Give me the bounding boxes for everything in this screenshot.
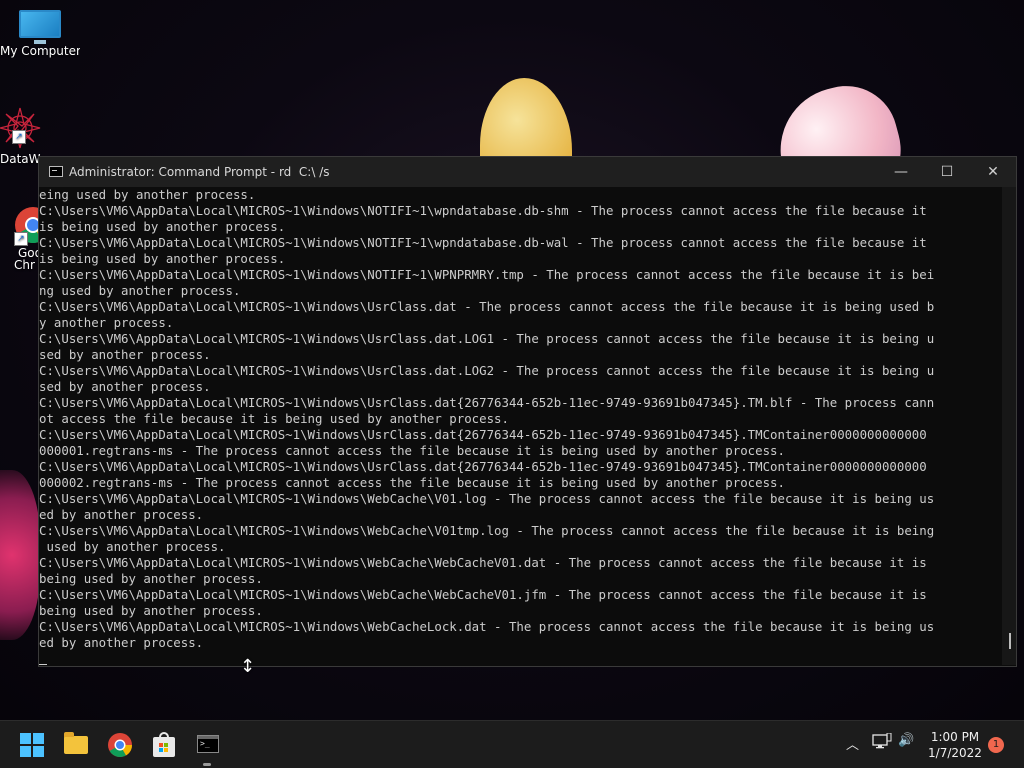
console-line: ng used by another process.: [39, 283, 241, 298]
command-prompt-icon: [197, 735, 219, 753]
shortcut-arrow-icon: ↗: [12, 130, 26, 144]
mandala-icon: ↗: [0, 106, 42, 150]
console-line: C:\Users\VM6\AppData\Local\MICROS~1\Wind…: [39, 619, 935, 634]
console-line: C:\Users\VM6\AppData\Local\MICROS~1\Wind…: [39, 587, 927, 602]
scrollbar-thumb[interactable]: [1009, 633, 1011, 649]
console-line: y another process.: [39, 315, 174, 330]
chevron-up-icon[interactable]: ︿: [846, 734, 859, 753]
console-line: sed by another process.: [39, 347, 211, 362]
command-prompt-icon: [49, 166, 63, 177]
console-line: ed by another process.: [39, 635, 204, 650]
console-prompt-line: [39, 651, 1001, 665]
shortcut-arrow-icon: ↗: [14, 232, 28, 246]
volume-icon[interactable]: 🔊: [898, 733, 914, 748]
desktop-icon-my-computer[interactable]: My Computer: [0, 10, 80, 58]
vertical-scrollbar[interactable]: [1002, 187, 1016, 665]
console-line: being used by another process.: [39, 603, 263, 618]
console-line: ed by another process.: [39, 507, 204, 522]
clock-time: 1:00 PM: [930, 730, 980, 744]
taskbar-chrome[interactable]: [104, 729, 136, 761]
notification-badge[interactable]: 1: [988, 737, 1004, 753]
resize-cursor-icon: ↕: [240, 656, 256, 677]
start-icon: [20, 733, 44, 757]
file-explorer-icon: [64, 732, 88, 754]
desktop-icon-datawrapper[interactable]: ↗ DataW: [0, 106, 42, 166]
console-line: C:\Users\VM6\AppData\Local\MICROS~1\Wind…: [39, 459, 927, 474]
taskbar-store[interactable]: [148, 729, 180, 761]
wallpaper-shape: [0, 470, 40, 640]
taskbar-file-explorer[interactable]: [60, 729, 92, 761]
desktop-icon-label: DataW: [0, 152, 41, 166]
console-line: C:\Users\VM6\AppData\Local\MICROS~1\Wind…: [39, 267, 935, 282]
console-line: 000001.regtrans-ms - The process cannot …: [39, 443, 785, 458]
maximize-button[interactable]: ☐: [924, 157, 970, 187]
console-line: C:\Users\VM6\AppData\Local\MICROS~1\Wind…: [39, 523, 935, 538]
console-line: sed by another process.: [39, 379, 211, 394]
console-line: C:\Users\VM6\AppData\Local\MICROS~1\Wind…: [39, 555, 927, 570]
start-button[interactable]: [16, 729, 48, 761]
console-line: ot access the file because it is being u…: [39, 411, 509, 426]
window-title: Administrator: Command Prompt - rd C:\ /…: [69, 165, 330, 179]
desktop-icon-label: My Computer: [0, 44, 80, 58]
text-cursor: [39, 664, 47, 665]
computer-icon: [19, 10, 61, 44]
console-line: C:\Users\VM6\AppData\Local\MICROS~1\Wind…: [39, 331, 935, 346]
console-line: is being used by another process.: [39, 251, 286, 266]
active-app-indicator: [203, 763, 211, 766]
clock[interactable]: 1:00 PM 1/7/2022: [920, 729, 990, 761]
window-titlebar[interactable]: Administrator: Command Prompt - rd C:\ /…: [39, 157, 1016, 187]
minimize-button[interactable]: —: [878, 157, 924, 187]
taskbar-command-prompt[interactable]: [192, 729, 224, 761]
console-line: being used by another process.: [39, 571, 263, 586]
console-line: used by another process.: [39, 539, 226, 554]
network-icon[interactable]: [872, 732, 892, 755]
chrome-icon: [108, 733, 132, 758]
console-output[interactable]: eing used by another process. C:\Users\VM…: [39, 187, 1001, 665]
command-prompt-window[interactable]: Administrator: Command Prompt - rd C:\ /…: [38, 156, 1017, 667]
console-line: C:\Users\VM6\AppData\Local\MICROS~1\Wind…: [39, 491, 935, 506]
console-line: is being used by another process.: [39, 219, 286, 234]
store-icon: [153, 732, 175, 757]
console-line: eing used by another process.: [39, 187, 256, 202]
taskbar: ︿ 🔊 1:00 PM 1/7/2022 1: [0, 720, 1024, 768]
console-line: C:\Users\VM6\AppData\Local\MICROS~1\Wind…: [39, 235, 927, 250]
console-line: 000002.regtrans-ms - The process cannot …: [39, 475, 785, 490]
console-line: C:\Users\VM6\AppData\Local\MICROS~1\Wind…: [39, 203, 927, 218]
clock-date: 1/7/2022: [928, 746, 982, 760]
console-line: C:\Users\VM6\AppData\Local\MICROS~1\Wind…: [39, 427, 927, 442]
close-button[interactable]: ✕: [970, 157, 1016, 187]
console-line: C:\Users\VM6\AppData\Local\MICROS~1\Wind…: [39, 363, 935, 378]
console-line: C:\Users\VM6\AppData\Local\MICROS~1\Wind…: [39, 299, 935, 314]
console-line: C:\Users\VM6\AppData\Local\MICROS~1\Wind…: [39, 395, 935, 410]
